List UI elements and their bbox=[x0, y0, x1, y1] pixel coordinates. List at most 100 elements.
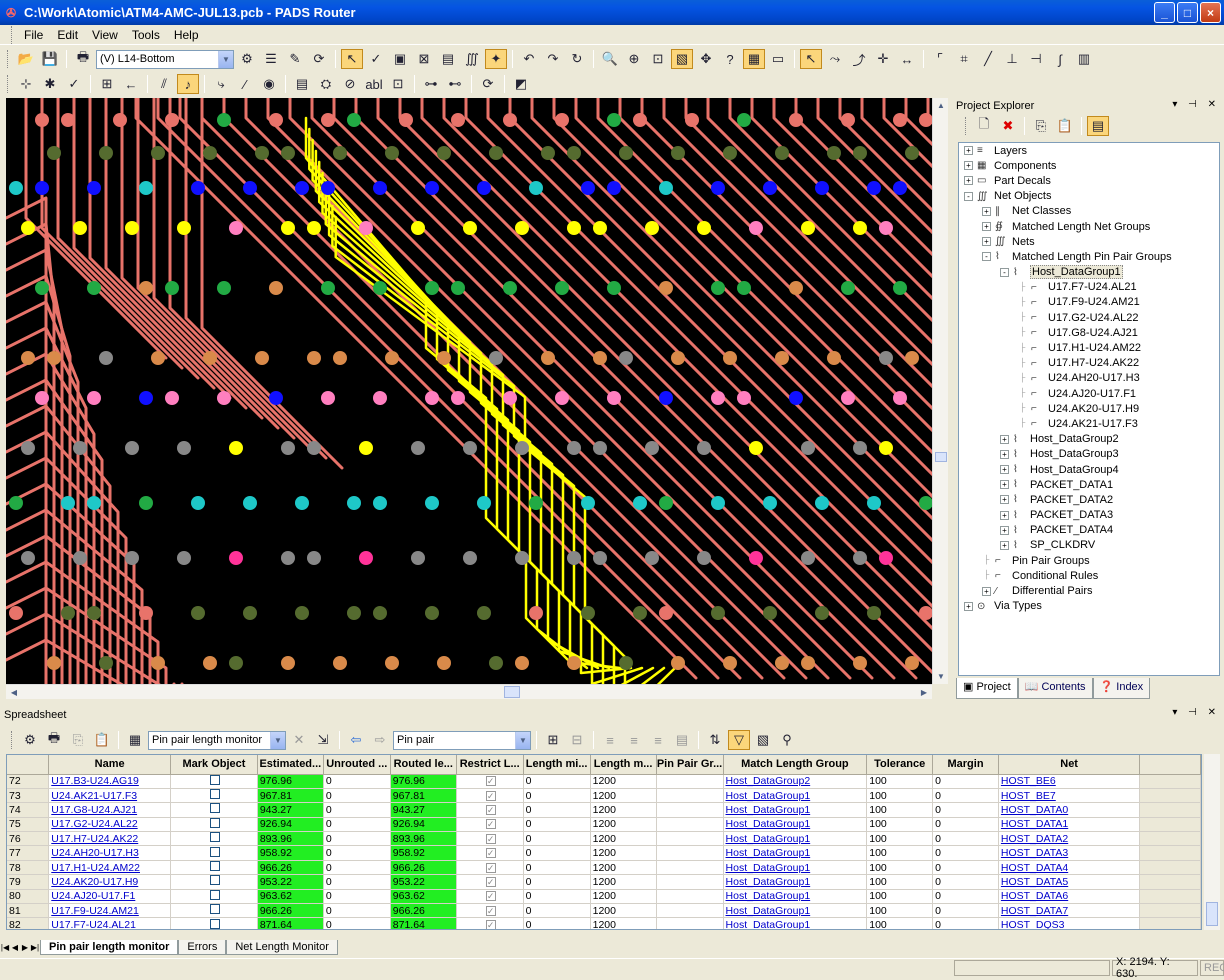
table-cell[interactable]: 943.27 bbox=[390, 802, 457, 818]
pad-via[interactable] bbox=[87, 496, 101, 510]
plane-icon[interactable]: ⛭ bbox=[315, 74, 337, 94]
pad-via[interactable] bbox=[307, 551, 321, 565]
monitor-select[interactable]: Pin pair length monitor ▼ bbox=[148, 730, 286, 750]
pad-via[interactable] bbox=[645, 441, 659, 455]
nets-icon[interactable]: ∭ bbox=[461, 49, 483, 69]
pad-via[interactable] bbox=[711, 181, 725, 195]
table-cell[interactable]: HOST_BE6 bbox=[998, 774, 1141, 789]
add-route-icon[interactable]: ⤴ bbox=[848, 49, 870, 69]
check-icon[interactable]: ✓ bbox=[63, 74, 85, 94]
pad-via[interactable] bbox=[789, 113, 803, 127]
table-cell[interactable]: ✓ bbox=[456, 817, 524, 833]
tree-node[interactable]: ├ ⌐ U24.AH20-U17.H3 bbox=[959, 371, 1219, 386]
select-net-icon[interactable]: ✱ bbox=[39, 74, 61, 94]
pad-via[interactable] bbox=[307, 351, 321, 365]
pan-icon[interactable]: ✥ bbox=[695, 49, 717, 69]
pad-via[interactable] bbox=[853, 551, 867, 565]
restrict-length-checkbox[interactable]: ✓ bbox=[485, 876, 496, 887]
pad-via[interactable] bbox=[879, 221, 893, 235]
refresh-icon[interactable]: ⟳ bbox=[308, 49, 330, 69]
tune-icon[interactable]: ∫ bbox=[1049, 49, 1071, 69]
table-cell[interactable]: 0 bbox=[932, 845, 999, 861]
restrict-length-checkbox[interactable]: ✓ bbox=[485, 790, 496, 801]
table-cell[interactable]: 0 bbox=[523, 860, 591, 876]
table-cell[interactable]: ✓ bbox=[456, 917, 524, 929]
drc-icon[interactable]: ✓ bbox=[365, 49, 387, 69]
pad-via[interactable] bbox=[73, 221, 87, 235]
pad-via[interactable] bbox=[619, 146, 633, 160]
pad-via[interactable] bbox=[841, 113, 855, 127]
pad-via[interactable] bbox=[581, 496, 595, 510]
mark-object-checkbox[interactable] bbox=[209, 875, 220, 886]
pad-via[interactable] bbox=[607, 113, 621, 127]
table-cell[interactable]: Host_DataGroup1 bbox=[723, 917, 868, 929]
select-mode-icon[interactable]: ↖ bbox=[341, 49, 363, 69]
no-route-icon[interactable]: ⊘ bbox=[339, 74, 361, 94]
table-row[interactable]: 75 U17.G2-U24.AL22 926.94 0 926.94 ✓ 0 1200 Host… bbox=[7, 817, 1201, 833]
pad-via[interactable] bbox=[61, 606, 75, 620]
scroll-down-icon[interactable]: ▼ bbox=[933, 669, 949, 684]
table-cell[interactable]: 76 bbox=[7, 831, 50, 847]
move-icon[interactable]: ✛ bbox=[872, 49, 894, 69]
table-cell[interactable]: 78 bbox=[7, 860, 50, 876]
table-cell[interactable]: 0 bbox=[323, 860, 391, 876]
menu-help[interactable]: Help bbox=[167, 28, 206, 42]
print-icon[interactable]: 🖶 bbox=[43, 730, 65, 750]
table-cell[interactable]: U24.AK20-U17.H9 bbox=[48, 874, 172, 890]
table-cell[interactable] bbox=[656, 774, 724, 789]
output-window-icon[interactable]: ▭ bbox=[767, 49, 789, 69]
scroll-thumb[interactable] bbox=[504, 686, 520, 698]
expand-icon[interactable]: + bbox=[964, 146, 973, 156]
column-header[interactable]: Net bbox=[998, 755, 1141, 775]
pad-via[interactable] bbox=[229, 551, 243, 565]
copy-icon[interactable]: ⎘ bbox=[1030, 116, 1052, 136]
pad-via[interactable] bbox=[633, 606, 647, 620]
search-icon[interactable]: 🔍 bbox=[599, 49, 621, 69]
pad-via[interactable] bbox=[243, 606, 257, 620]
pad-via[interactable] bbox=[35, 391, 49, 405]
tree-node[interactable]: + ⌇ PACKET_DATA1 bbox=[959, 477, 1219, 492]
pad-via[interactable] bbox=[191, 181, 205, 195]
tree-node[interactable]: + ▭ Part Decals bbox=[959, 173, 1219, 188]
pad-via[interactable] bbox=[203, 146, 217, 160]
fanout-icon[interactable]: ⊣ bbox=[1025, 49, 1047, 69]
pad-via[interactable] bbox=[295, 496, 309, 510]
pad-via[interactable] bbox=[555, 281, 569, 295]
pad-via[interactable] bbox=[815, 496, 829, 510]
pad-via[interactable] bbox=[373, 606, 387, 620]
via-stack-icon[interactable]: ◉ bbox=[258, 74, 280, 94]
pad-via[interactable] bbox=[269, 113, 283, 127]
restrict-length-checkbox[interactable]: ✓ bbox=[485, 891, 496, 902]
mark-object-checkbox[interactable] bbox=[209, 904, 220, 915]
table-cell[interactable]: Host_DataGroup1 bbox=[723, 817, 868, 833]
table-cell[interactable]: 963.62 bbox=[257, 889, 324, 905]
table-cell[interactable]: 1200 bbox=[590, 845, 657, 861]
pad-via[interactable] bbox=[203, 351, 217, 365]
table-row[interactable]: 82 U17.F7-U24.AL21 871.64 0 871.64 ✓ 0 1200 Host… bbox=[7, 917, 1201, 929]
table-cell[interactable]: 81 bbox=[7, 903, 50, 919]
table-cell[interactable]: 0 bbox=[523, 889, 591, 905]
forward-icon[interactable]: ⇨ bbox=[369, 730, 391, 750]
via-icon[interactable]: ⊥ bbox=[1001, 49, 1023, 69]
tree-node[interactable]: + ∥ Net Classes bbox=[959, 204, 1219, 219]
table-cell[interactable]: 75 bbox=[7, 817, 50, 833]
table-cell[interactable]: 0 bbox=[323, 774, 391, 789]
pad-via[interactable] bbox=[61, 113, 75, 127]
table-cell[interactable]: 0 bbox=[932, 788, 999, 804]
pad-via[interactable] bbox=[711, 281, 725, 295]
pad-via[interactable] bbox=[373, 496, 387, 510]
pad-via[interactable] bbox=[515, 221, 529, 235]
tree-node[interactable]: + ⌇ Host_DataGroup4 bbox=[959, 462, 1219, 477]
trace-icon[interactable]: ╱ bbox=[977, 49, 999, 69]
project-tree[interactable]: + ≡ Layers + ▦ Components + ▭ Part Decals - ∭ Net O… bbox=[958, 142, 1220, 676]
verify-icon[interactable]: ▣ bbox=[389, 49, 411, 69]
table-cell[interactable]: 976.96 bbox=[390, 774, 457, 789]
table-cell[interactable]: ✓ bbox=[456, 845, 524, 861]
spreadsheet-vertical-scrollbar[interactable] bbox=[1204, 754, 1220, 930]
pin-close-icon[interactable]: ▾ ⊣ ✕ bbox=[1172, 99, 1220, 110]
pad-via[interactable] bbox=[347, 496, 361, 510]
pad-via[interactable] bbox=[801, 441, 815, 455]
tab-net-length-monitor[interactable]: Net Length Monitor bbox=[226, 939, 338, 955]
pad-via[interactable] bbox=[801, 221, 815, 235]
pad-via[interactable] bbox=[867, 181, 881, 195]
